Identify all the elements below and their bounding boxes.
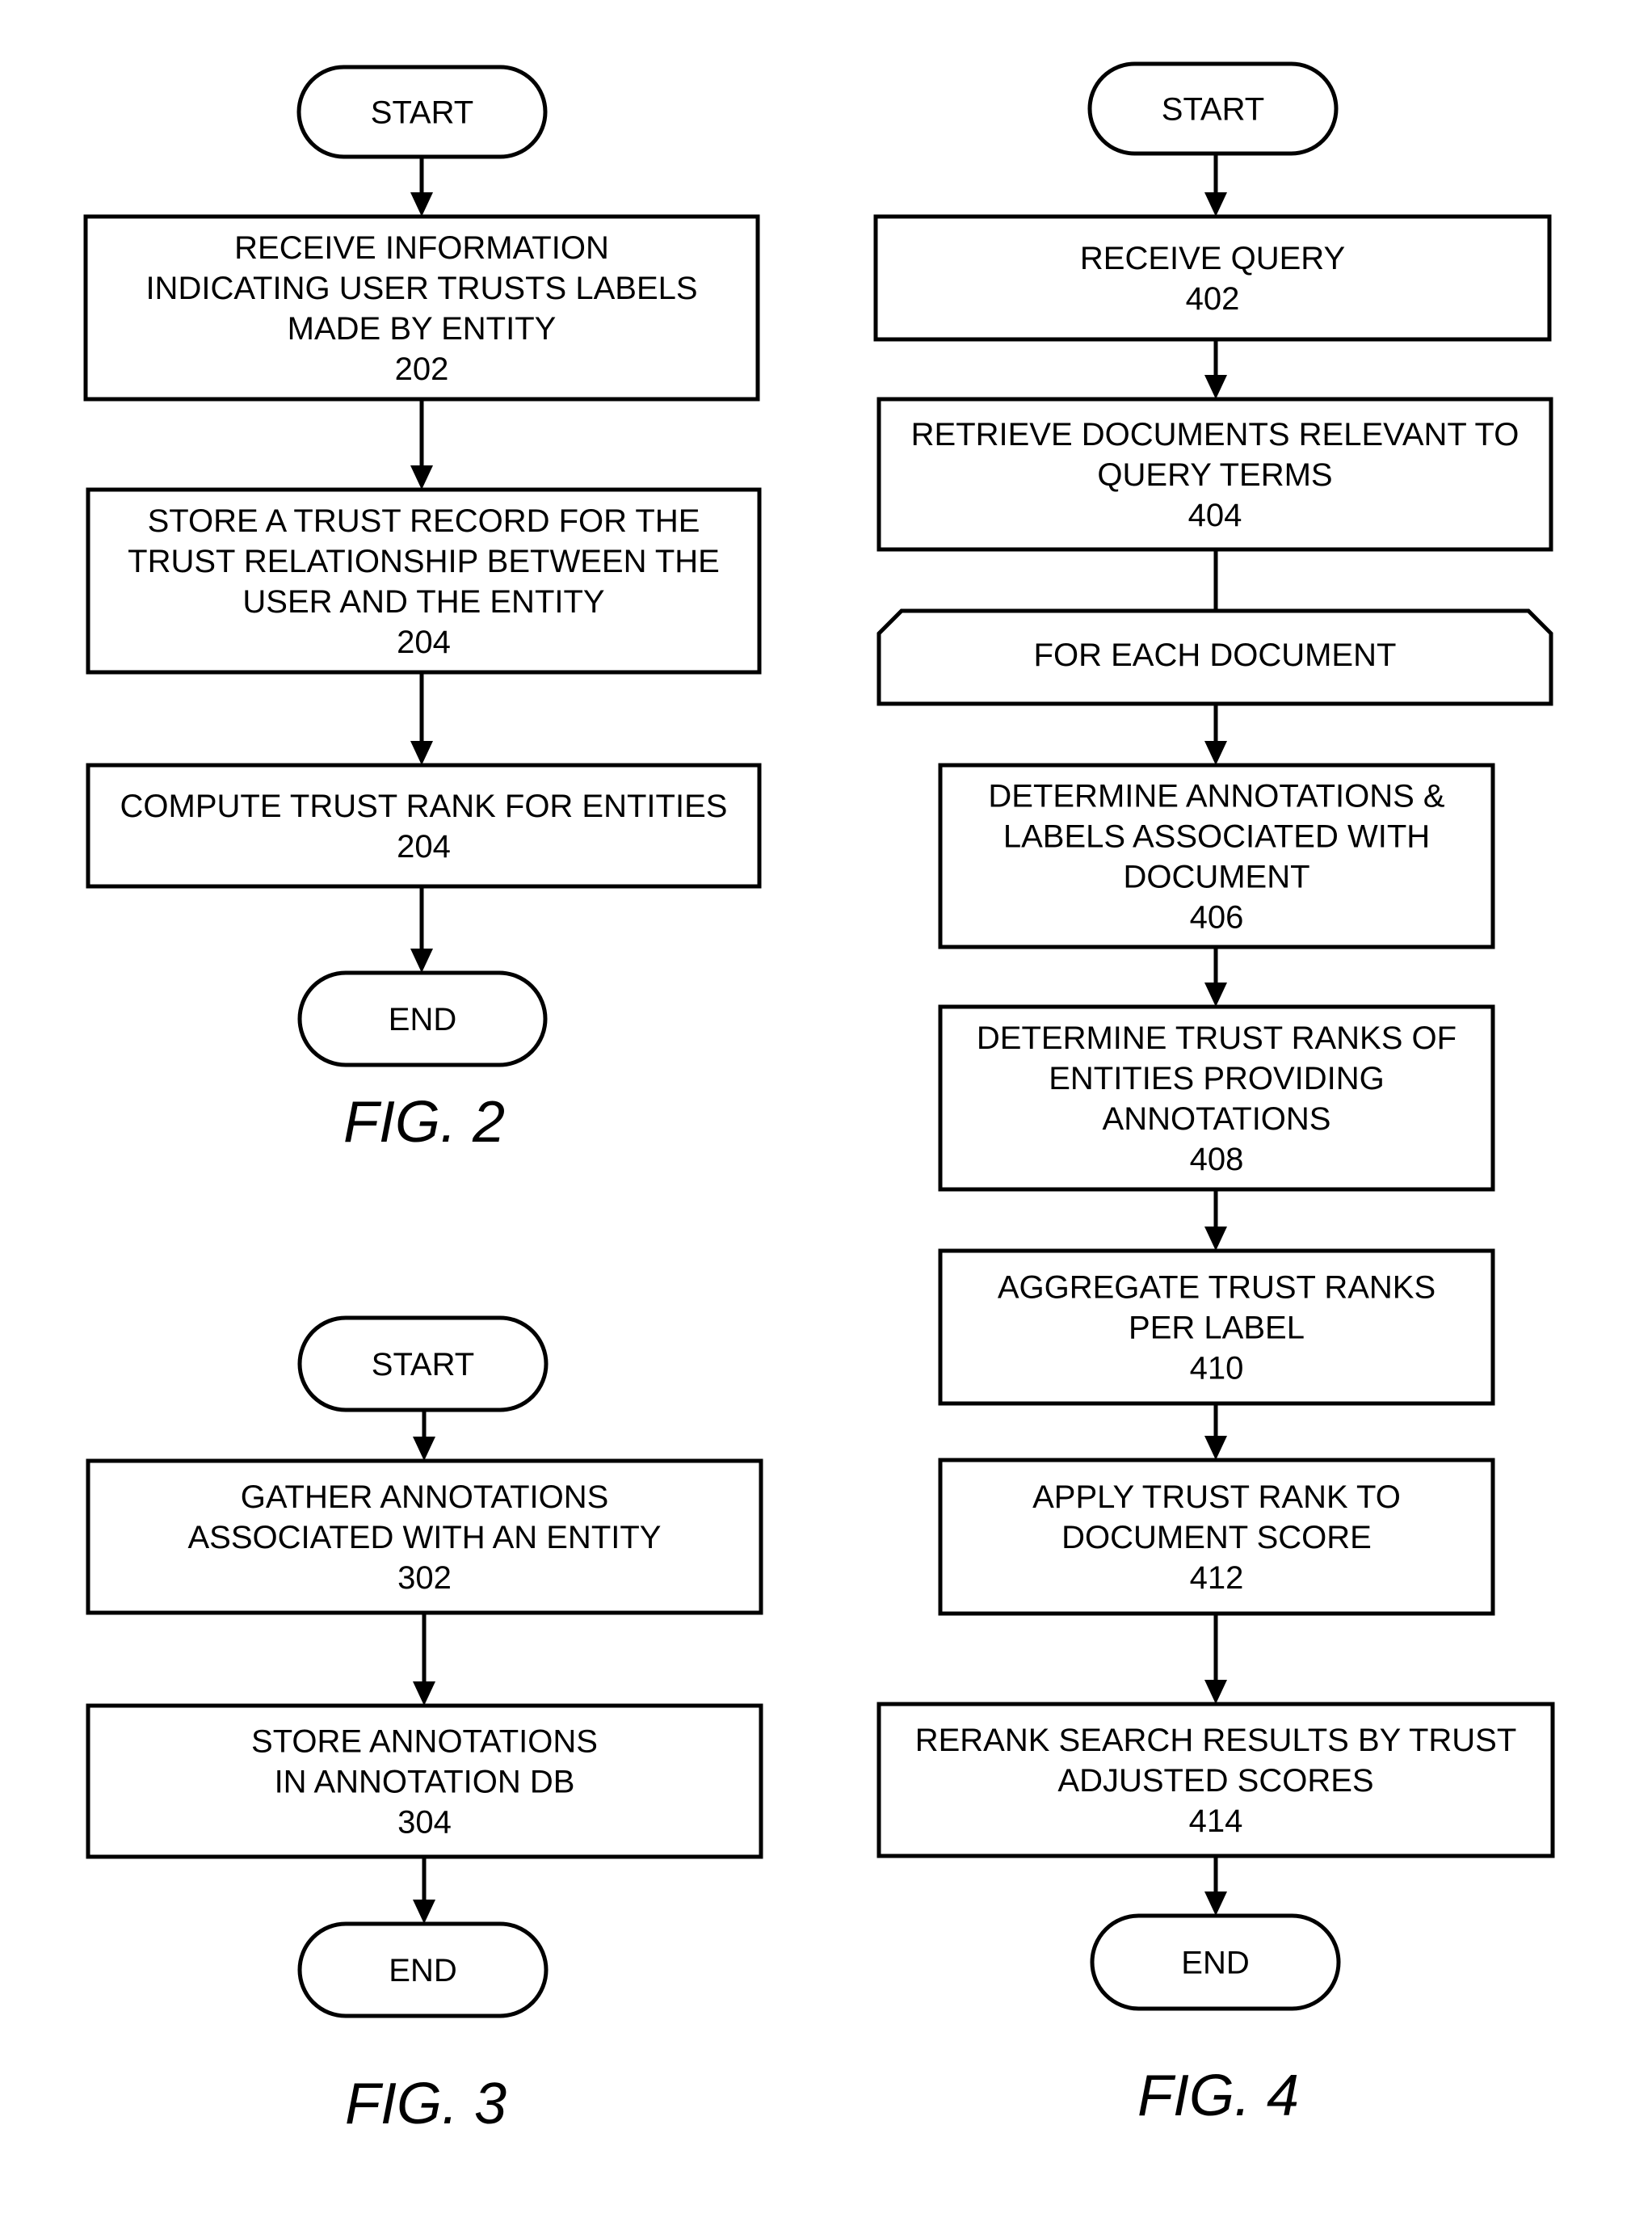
fig4-step-410-text: 410 — [1190, 1351, 1244, 1387]
arrow-head-icon — [1204, 983, 1227, 1007]
fig2-step-204-store: STORE A TRUST RECORD FOR THE TRUST RELATI… — [86, 487, 762, 675]
fig3-caption: FIG. 3 — [345, 2072, 507, 2136]
arrow-head-icon — [413, 1900, 435, 1924]
fig4-end: END — [1090, 1913, 1341, 2011]
fig4-step-408-text: DETERMINE TRUST RANKS OF — [977, 1020, 1457, 1056]
fig4-step-402-text: RECEIVE QUERY — [1080, 241, 1345, 276]
fig4-start: START — [1087, 61, 1339, 156]
fig2-step-204-store-text: USER AND THE ENTITY — [242, 584, 604, 620]
patent-flowchart-sheet: START RECEIVE INFORMATION INDICATING USER … — [83, 61, 1555, 2136]
fig4-step-402-text: 402 — [1186, 281, 1240, 317]
fig2-step-204-compute: COMPUTE TRUST RANK FOR ENTITIES 204 — [86, 763, 762, 889]
fig4-caption: FIG. 4 — [1137, 2064, 1299, 2128]
fig4-step-410-text: AGGREGATE TRUST RANKS — [998, 1270, 1436, 1306]
fig3-step-302-text: ASSOCIATED WITH AN ENTITY — [188, 1520, 662, 1555]
arrow-head-icon — [1204, 1891, 1227, 1916]
arrow-head-icon — [410, 192, 433, 217]
fig2-start-label: START — [371, 95, 473, 131]
arrow-head-icon — [413, 1437, 435, 1461]
fig4-step-410: AGGREGATE TRUST RANKS PER LABEL 410 — [938, 1248, 1495, 1406]
fig4-step-408-text: 408 — [1190, 1142, 1244, 1177]
fig3-step-302-text: 302 — [397, 1560, 452, 1596]
arrow-head-icon — [1204, 1436, 1227, 1460]
fig4-step-402: RECEIVE QUERY 402 — [873, 214, 1552, 342]
fig4-step-414: RERANK SEARCH RESULTS BY TRUST ADJUSTED S… — [876, 1702, 1555, 1858]
fig2-step-202-text: MADE BY ENTITY — [288, 311, 557, 347]
fig4-step-406: DETERMINE ANNOTATIONS & LABELS ASSOCIATED… — [938, 763, 1495, 949]
fig4-loop-for-each-document: FOR EACH DOCUMENT — [876, 608, 1553, 706]
fig2-end: END — [297, 970, 548, 1067]
fig4-step-404-text: RETRIEVE DOCUMENTS RELEVANT TO — [911, 417, 1520, 452]
fig2-step-202-text: RECEIVE INFORMATION — [234, 230, 609, 266]
fig2-step-204-store-text: 204 — [397, 625, 451, 660]
fig4-step-414-text: RERANK SEARCH RESULTS BY TRUST — [915, 1723, 1517, 1758]
fig4-start-label: START — [1162, 92, 1264, 128]
fig4-step-408-text: ANNOTATIONS — [1103, 1101, 1331, 1137]
fig4-step-408: DETERMINE TRUST RANKS OF ENTITIES PROVIDI… — [938, 1004, 1495, 1192]
fig4-step-414-text: 414 — [1189, 1803, 1243, 1839]
arrow-head-icon — [1204, 1227, 1227, 1251]
fig2-step-204-store-text: TRUST RELATIONSHIP BETWEEN THE — [128, 544, 720, 579]
fig2-step-204-store-text: STORE A TRUST RECORD FOR THE — [148, 503, 700, 539]
fig4-step-404-text: QUERY TERMS — [1097, 457, 1332, 493]
fig2-step-204-compute-text: COMPUTE TRUST RANK FOR ENTITIES — [120, 789, 728, 824]
fig2-step-202-text: 202 — [395, 351, 449, 387]
fig2-step-204-compute-outline — [86, 763, 762, 889]
fig3-start: START — [297, 1315, 549, 1412]
fig3-step-304-text: STORE ANNOTATIONS — [251, 1724, 598, 1760]
arrow-head-icon — [1204, 741, 1227, 765]
fig4-step-406-text: DOCUMENT — [1123, 860, 1309, 895]
fig4-step-412-text: 412 — [1190, 1560, 1244, 1596]
fig4-step-404: RETRIEVE DOCUMENTS RELEVANT TO QUERY TERM… — [876, 397, 1553, 552]
arrow-head-icon — [413, 1681, 435, 1706]
arrow-head-icon — [410, 741, 433, 765]
fig2-step-202-text: INDICATING USER TRUSTS LABELS — [145, 271, 697, 306]
fig3-start-label: START — [372, 1347, 474, 1382]
fig4-step-406-text: LABELS ASSOCIATED WITH — [1003, 819, 1430, 855]
fig4-step-410-text: PER LABEL — [1129, 1311, 1305, 1346]
fig4-step-412-text: APPLY TRUST RANK TO — [1032, 1479, 1401, 1515]
fig4-end-label: END — [1181, 1946, 1249, 1981]
arrow-head-icon — [410, 465, 433, 490]
fig3-step-302-text: GATHER ANNOTATIONS — [241, 1479, 609, 1515]
fig3-step-304-text: IN ANNOTATION DB — [275, 1765, 575, 1800]
fig2-step-202: RECEIVE INFORMATION INDICATING USER TRUST… — [83, 214, 760, 402]
fig4-step-414-text: ADJUSTED SCORES — [1057, 1763, 1373, 1799]
arrow-head-icon — [1204, 1680, 1227, 1704]
fig4-step-412-text: DOCUMENT SCORE — [1061, 1520, 1372, 1555]
fig3-step-304: STORE ANNOTATIONS IN ANNOTATION DB 304 — [86, 1703, 763, 1859]
fig2-step-204-compute-text: 204 — [397, 829, 451, 865]
arrow-head-icon — [1204, 192, 1227, 217]
fig3-step-302: GATHER ANNOTATIONS ASSOCIATED WITH AN ENT… — [86, 1458, 763, 1615]
fig4-step-406-text: DETERMINE ANNOTATIONS & — [988, 779, 1445, 814]
fig2-start: START — [296, 65, 548, 159]
fig4-step-408-text: ENTITIES PROVIDING — [1049, 1061, 1385, 1096]
fig4-step-412: APPLY TRUST RANK TO DOCUMENT SCORE 412 — [938, 1458, 1495, 1616]
fig3-end-label: END — [389, 1953, 456, 1988]
fig4-step-406-text: 406 — [1190, 900, 1244, 936]
fig4-step-404-text: 404 — [1188, 498, 1242, 533]
fig4-loop-for-each-document-label: FOR EACH DOCUMENT — [1034, 638, 1397, 673]
arrow-head-icon — [410, 949, 433, 973]
fig4-step-402-outline — [873, 214, 1552, 342]
fig3-end: END — [297, 1921, 549, 2018]
fig2-caption: FIG. 2 — [343, 1090, 505, 1155]
fig3-step-304-text: 304 — [397, 1805, 452, 1841]
fig2-end-label: END — [389, 1002, 456, 1037]
arrow-head-icon — [1204, 375, 1227, 399]
